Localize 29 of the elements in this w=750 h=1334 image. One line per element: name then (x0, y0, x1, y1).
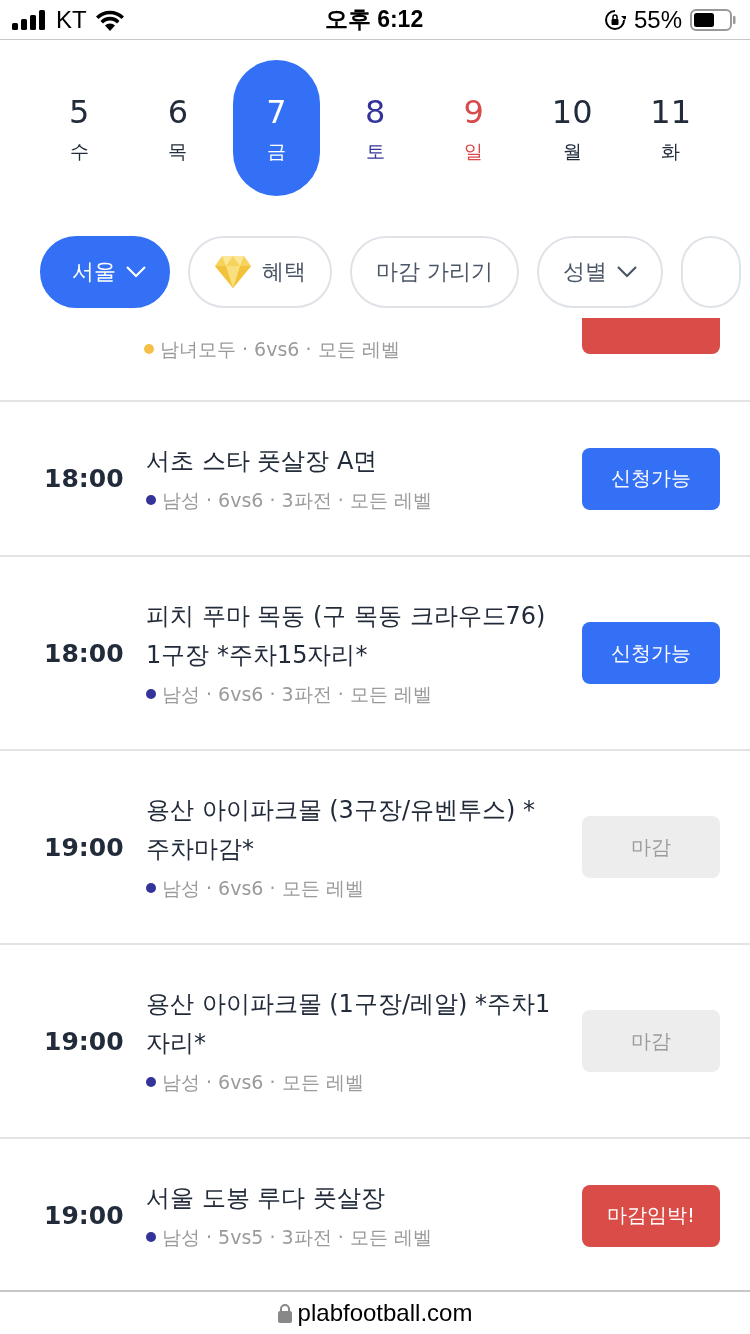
date-tab[interactable]: 7 금 (233, 60, 320, 196)
match-details: 남성 · 6vs6 · 3파전 · 모든 레벨 (146, 679, 556, 709)
match-details: 남녀모두 · 6vs6 · 모든 레벨 (144, 334, 556, 364)
match-details: 남성 · 6vs6 · 모든 레벨 (146, 873, 556, 903)
date-tab[interactable]: 6 목 (128, 60, 228, 196)
page-url[interactable]: plabfootball.com (297, 1299, 473, 1327)
date-tab[interactable]: 8 토 (325, 60, 425, 196)
date-tab[interactable]: 5 수 (30, 60, 129, 196)
match-title[interactable]: 서초 스타 풋살장 A면 (146, 442, 556, 481)
status-button[interactable]: 마감임박! (582, 1184, 720, 1247)
status-button[interactable]: 신청가능 (582, 447, 720, 510)
date-tab[interactable]: 9 일 (424, 60, 523, 196)
date-tab[interactable]: 10 월 (522, 60, 622, 196)
carrier-label: KT (56, 5, 87, 34)
filter-chip[interactable]: 마감 가리기 (350, 236, 519, 308)
match-title[interactable]: 서울 도봉 루다 풋살장 (146, 1179, 556, 1218)
filter-chip[interactable]: 성별 (537, 236, 663, 308)
match-title[interactable]: 용산 아이파크몰 (3구장/유벤투스) *주차마감* (146, 791, 556, 869)
filter-chip[interactable]: 서울 (40, 236, 170, 308)
status-button[interactable]: 신청가능 (582, 622, 720, 684)
match-details: 남성 · 6vs6 · 3파전 · 모든 레벨 (146, 485, 556, 515)
filter-chip[interactable]: 혜택 (188, 236, 332, 308)
date-tab[interactable]: 11 화 (621, 60, 720, 196)
match-details: 남성 · 5vs5 · 3파전 · 모든 레벨 (146, 1222, 556, 1252)
match-title[interactable]: 피치 푸마 목동 (구 목동 크라우드76) 1구장 *주차15자리* (146, 597, 556, 675)
clock-time: 오후 6:12 (324, 5, 424, 34)
match-details: 남성 · 6vs6 · 모든 레벨 (146, 1067, 556, 1097)
match-title[interactable]: 용산 아이파크몰 (1구장/레알) *주차1자리* (146, 985, 556, 1063)
battery-percent: 55% (633, 5, 682, 34)
